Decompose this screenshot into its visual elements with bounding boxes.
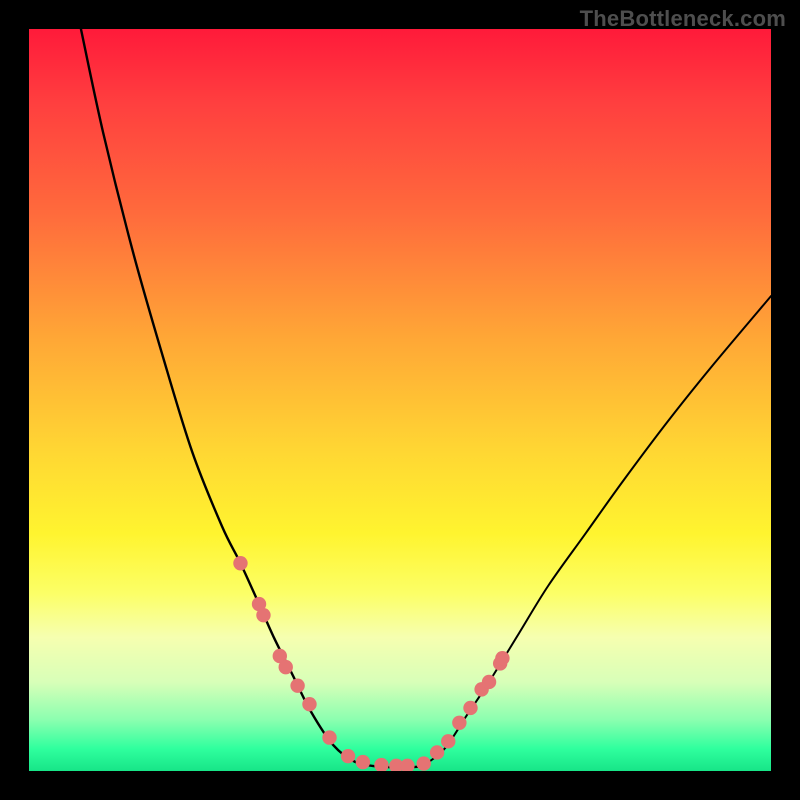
chart-container: TheBottleneck.com [0, 0, 800, 800]
data-point-marker [400, 759, 414, 771]
data-point-marker [341, 749, 355, 763]
data-point-marker [290, 678, 304, 692]
data-point-marker [256, 608, 270, 622]
data-point-marker [356, 755, 370, 769]
data-point-marker [374, 758, 388, 771]
data-point-marker [452, 716, 466, 730]
data-point-marker [482, 675, 496, 689]
data-point-marker [430, 745, 444, 759]
data-point-marker [279, 660, 293, 674]
left-branch-curve [81, 29, 378, 767]
marker-group [233, 556, 509, 771]
data-point-marker [302, 697, 316, 711]
data-point-marker [495, 651, 509, 665]
data-point-marker [233, 556, 247, 570]
watermark-text: TheBottleneck.com [580, 6, 786, 32]
data-point-marker [417, 756, 431, 770]
curve-layer [29, 29, 771, 771]
right-branch-curve [422, 296, 771, 766]
data-point-marker [463, 701, 477, 715]
data-point-marker [441, 734, 455, 748]
plot-area [29, 29, 771, 771]
data-point-marker [322, 730, 336, 744]
